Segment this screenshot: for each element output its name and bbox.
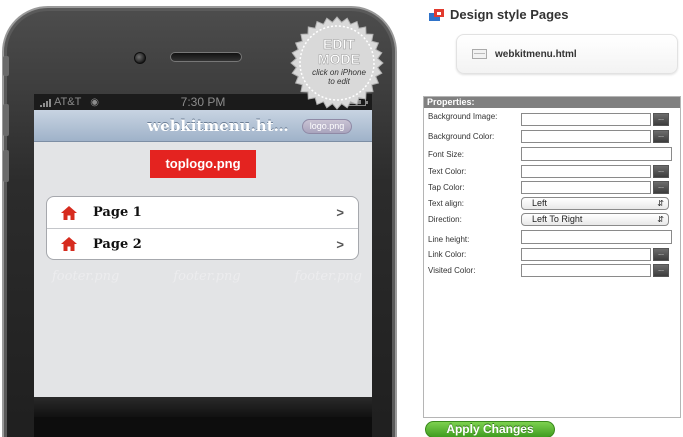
camera-icon (134, 52, 146, 64)
prop-label: Tap Color: (428, 183, 465, 192)
apply-changes-button[interactable]: Apply Changes (425, 421, 555, 437)
phone-screen[interactable]: AT&T ◉ 7:30 PM webkitmenu.ht… logo.png t… (34, 94, 372, 437)
prop-label: Direction: (428, 215, 462, 224)
select-arrows-icon: ⇵ (657, 199, 664, 208)
properties-header: Properties: (424, 97, 680, 108)
background-image-picker-button[interactable]: ... (653, 113, 669, 126)
line-height-input[interactable] (521, 230, 672, 244)
footer-image: footer.png (294, 269, 362, 284)
editor-window: AT&T ◉ 7:30 PM webkitmenu.ht… logo.png t… (0, 0, 683, 437)
nav-title: webkitmenu.ht… (147, 116, 289, 135)
visited-color-input[interactable] (521, 264, 651, 277)
prop-label: Line height: (428, 235, 470, 244)
menu-item-label: Page 2 (93, 236, 142, 252)
panel-title-text: Design style Pages (450, 7, 569, 22)
prop-label: Background Image: (428, 112, 498, 121)
footer-image: footer.png (52, 269, 120, 284)
prop-label: Link Color: (428, 250, 467, 259)
panel-title: Design style Pages (428, 7, 569, 22)
file-icon (472, 49, 487, 59)
direction-value: Left To Right (532, 214, 583, 224)
footer-image: footer.png (173, 269, 241, 284)
menu-item-page-1[interactable]: Page 1 > (47, 197, 358, 228)
volume-down-button (3, 150, 9, 182)
edit-mode-title: MODE (318, 51, 360, 67)
background-image-input[interactable] (521, 113, 651, 126)
file-name: webkitmenu.html (495, 48, 577, 60)
edit-mode-hint: click on iPhone (312, 68, 366, 77)
background-color-picker-button[interactable]: ... (653, 130, 669, 143)
edit-mode-badge: EDIT MODE click on iPhone to edit (290, 16, 384, 110)
visited-color-picker-button[interactable]: ... (653, 264, 669, 277)
volume-up-button (3, 104, 9, 136)
prop-label: Visited Color: (428, 266, 476, 275)
text-align-select[interactable]: Left ⇵ (521, 197, 669, 210)
prop-label: Text Color: (428, 167, 467, 176)
menu-item-page-2[interactable]: Page 2 > (47, 228, 358, 259)
prop-label: Font Size: (428, 150, 465, 159)
prop-label: Text align: (428, 199, 465, 208)
chevron-right-icon: > (336, 205, 344, 220)
top-logo[interactable]: toplogo.png (150, 150, 256, 178)
menu-list: Page 1 > Page 2 > (46, 196, 359, 260)
phone-bottom-bar (34, 397, 372, 417)
tap-color-picker-button[interactable]: ... (653, 181, 669, 194)
carrier-label: AT&T (54, 96, 82, 108)
home-icon (61, 237, 77, 251)
link-color-input[interactable] (521, 248, 651, 261)
speaker-grille (170, 52, 242, 62)
mute-switch (3, 56, 9, 76)
footer-images[interactable]: footer.png footer.png footer.png (52, 269, 362, 284)
select-arrows-icon: ⇵ (657, 215, 664, 224)
font-size-input[interactable] (521, 147, 672, 161)
menu-item-label: Page 1 (93, 205, 142, 220)
text-color-input[interactable] (521, 165, 651, 178)
signal-icon (40, 98, 51, 107)
wifi-icon: ◉ (90, 96, 100, 108)
home-icon (61, 205, 77, 220)
edit-mode-title: EDIT (323, 36, 355, 52)
direction-select[interactable]: Left To Right ⇵ (521, 213, 669, 226)
phone-bottom-edge (34, 417, 372, 437)
edit-mode-hint: to edit (328, 77, 351, 86)
file-card[interactable]: webkitmenu.html (456, 34, 678, 74)
properties-panel: Properties: Background Image: ... Backgr… (423, 96, 681, 418)
prop-label: Background Color: (428, 132, 495, 141)
link-color-picker-button[interactable]: ... (653, 248, 669, 261)
status-time: 7:30 PM (180, 95, 226, 109)
text-align-value: Left (532, 198, 548, 208)
tap-color-input[interactable] (521, 181, 651, 194)
chevron-right-icon: > (336, 236, 344, 252)
nav-bar[interactable]: webkitmenu.ht… logo.png (34, 110, 372, 142)
design-style-icon (429, 8, 444, 21)
text-color-picker-button[interactable]: ... (653, 165, 669, 178)
background-color-input[interactable] (521, 130, 651, 143)
nav-logo-button[interactable]: logo.png (302, 119, 352, 134)
